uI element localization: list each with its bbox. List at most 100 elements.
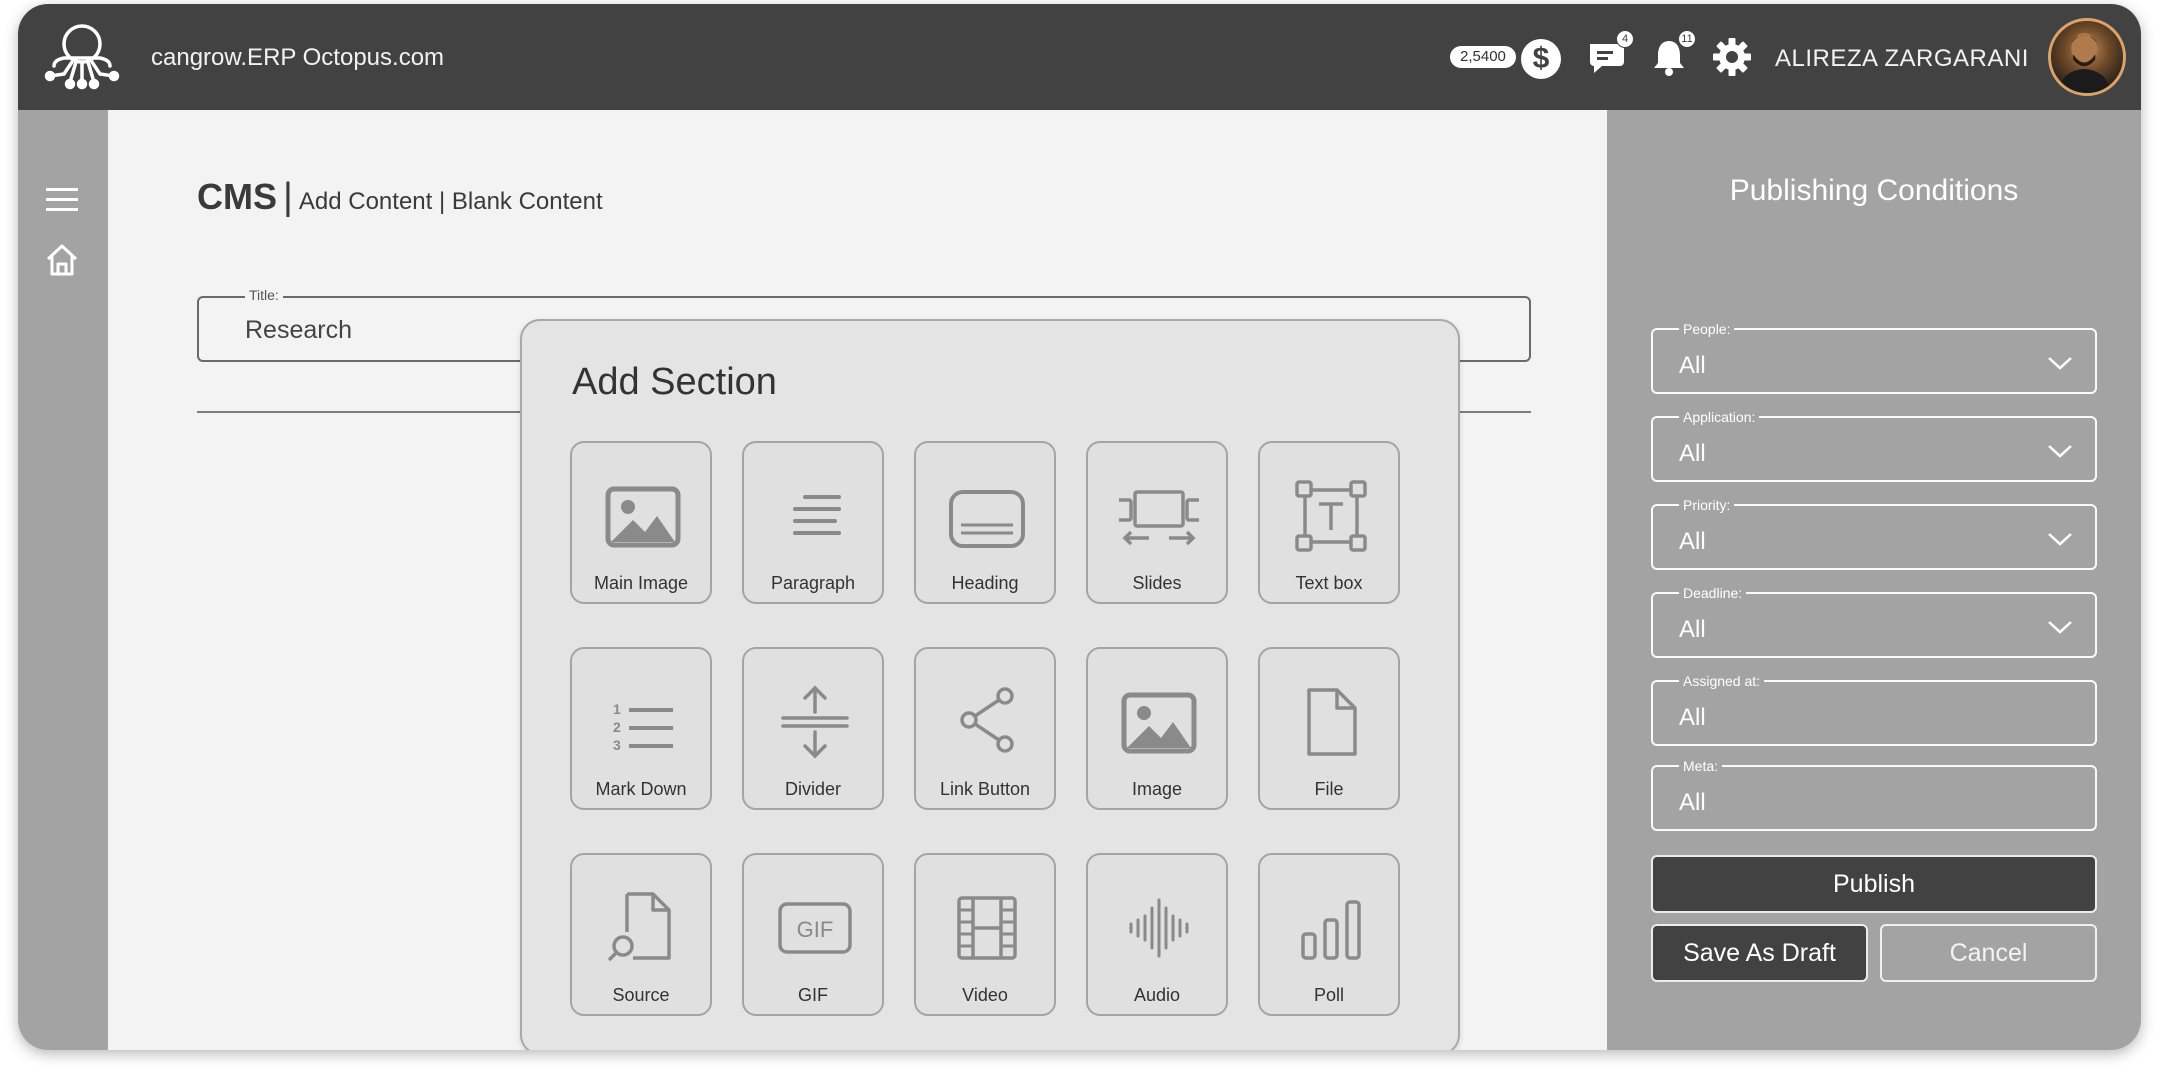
file-icon bbox=[1307, 688, 1357, 756]
tile-paragraph[interactable]: Paragraph bbox=[742, 441, 884, 604]
top-bar: cangrow.ERP Octopus.com 2,5400 $ 4 11 AL… bbox=[18, 4, 2141, 110]
tile-label: Poll bbox=[1313, 985, 1344, 1005]
paragraph-icon bbox=[793, 495, 841, 535]
heading-icon bbox=[949, 490, 1025, 548]
publishing-panel: Publishing Conditions People: All Applic… bbox=[1607, 110, 2141, 1050]
tile-label: Audio bbox=[1133, 985, 1181, 1005]
slides-icon bbox=[1119, 490, 1199, 546]
field-label: Application: bbox=[1679, 409, 1760, 425]
tile-text-box[interactable]: Text box bbox=[1258, 441, 1400, 604]
add-section-dialog: Add Section Main Image Paragraph Heading… bbox=[520, 319, 1460, 1050]
tile-label: Image bbox=[1131, 779, 1183, 799]
image-icon bbox=[605, 486, 681, 548]
chevron-down-icon bbox=[2048, 621, 2072, 634]
bar-chart-icon bbox=[1301, 900, 1361, 960]
tile-gif[interactable]: GIF GIF bbox=[742, 853, 884, 1016]
tile-label: Mark Down bbox=[595, 779, 687, 799]
dollar-icon[interactable]: $ bbox=[1521, 39, 1561, 79]
deadline-select[interactable]: Deadline: All bbox=[1651, 585, 2097, 658]
tile-file[interactable]: File bbox=[1258, 647, 1400, 810]
panel-title: Publishing Conditions bbox=[1729, 174, 2019, 207]
breadcrumb-separator: | bbox=[283, 176, 293, 218]
source-search-icon bbox=[607, 892, 671, 962]
tile-label: GIF bbox=[798, 985, 828, 1005]
title-field-value[interactable]: Research bbox=[245, 316, 352, 345]
field-label: Assigned at: bbox=[1679, 673, 1765, 689]
notifications-count-badge: 11 bbox=[1678, 30, 1696, 48]
tile-image[interactable]: Image bbox=[1086, 647, 1228, 810]
divider-icon bbox=[781, 685, 849, 759]
breadcrumb-path[interactable]: Add Content | Blank Content bbox=[299, 188, 603, 215]
tile-label: Heading bbox=[951, 573, 1019, 593]
application-select[interactable]: Application: All bbox=[1651, 409, 2097, 482]
field-value: All bbox=[1679, 352, 1706, 379]
octopus-logo-icon[interactable] bbox=[40, 16, 124, 100]
field-value: All bbox=[1679, 704, 1706, 731]
balance-badge: 2,5400 bbox=[1450, 46, 1516, 68]
gear-icon[interactable] bbox=[1711, 36, 1753, 78]
menu-icon[interactable] bbox=[44, 186, 80, 214]
avatar-portrait-icon bbox=[2058, 33, 2111, 93]
sidebar bbox=[18, 110, 108, 1050]
tile-label: Paragraph bbox=[770, 573, 856, 593]
assigned-at-field[interactable]: Assigned at: All bbox=[1651, 673, 2097, 746]
people-select[interactable]: People: All bbox=[1651, 321, 2097, 394]
breadcrumb: CMS | Add Content | Blank Content bbox=[197, 176, 603, 219]
svg-text:3: 3 bbox=[613, 737, 621, 753]
user-name[interactable]: ALIREZA ZARGARANI bbox=[1775, 45, 2029, 73]
tile-label: Main Image bbox=[593, 573, 689, 593]
tile-label: Source bbox=[612, 985, 670, 1005]
tile-label: Video bbox=[962, 985, 1008, 1005]
tile-source[interactable]: Source bbox=[570, 853, 712, 1016]
tile-link-button[interactable]: Link Button bbox=[914, 647, 1056, 810]
save-as-draft-button[interactable]: Save As Draft bbox=[1651, 924, 1868, 982]
tile-poll[interactable]: Poll bbox=[1258, 853, 1400, 1016]
field-label: People: bbox=[1679, 321, 1735, 337]
svg-text:GIF: GIF bbox=[797, 917, 834, 942]
tile-label: Link Button bbox=[939, 779, 1031, 799]
priority-select[interactable]: Priority: All bbox=[1651, 497, 2097, 570]
audio-wave-icon bbox=[1129, 898, 1189, 958]
gif-icon: GIF bbox=[778, 902, 852, 954]
messages-count-badge: 4 bbox=[1616, 30, 1634, 48]
breadcrumb-section[interactable]: CMS bbox=[197, 176, 277, 217]
share-icon bbox=[960, 687, 1014, 753]
tile-mark-down[interactable]: 1 2 3 Mark Down bbox=[570, 647, 712, 810]
field-value: All bbox=[1679, 616, 1706, 643]
chevron-down-icon bbox=[2048, 357, 2072, 370]
svg-text:2: 2 bbox=[613, 719, 621, 735]
text-box-icon bbox=[1295, 480, 1367, 552]
chevron-down-icon bbox=[2048, 445, 2072, 458]
cancel-button[interactable]: Cancel bbox=[1880, 924, 2097, 982]
tile-slides[interactable]: Slides bbox=[1086, 441, 1228, 604]
tile-label: Divider bbox=[784, 779, 841, 799]
tile-audio[interactable]: Audio bbox=[1086, 853, 1228, 1016]
tile-label: File bbox=[1314, 779, 1344, 799]
app-title: cangrow.ERP Octopus.com bbox=[151, 44, 445, 71]
field-value: All bbox=[1679, 440, 1706, 467]
notifications-button[interactable]: 11 bbox=[1648, 30, 1696, 78]
film-icon bbox=[957, 896, 1017, 960]
publish-button[interactable]: Publish bbox=[1651, 855, 2097, 913]
field-label: Deadline: bbox=[1679, 585, 1747, 601]
avatar[interactable] bbox=[2048, 18, 2126, 96]
field-label: Priority: bbox=[1679, 497, 1735, 513]
tile-main-image[interactable]: Main Image bbox=[570, 441, 712, 604]
app-window: cangrow.ERP Octopus.com 2,5400 $ 4 11 AL… bbox=[18, 4, 2141, 1050]
messages-button[interactable]: 4 bbox=[1586, 30, 1634, 78]
main-content: CMS | Add Content | Blank Content Title: R… bbox=[108, 110, 1607, 1050]
tile-video[interactable]: Video bbox=[914, 853, 1056, 1016]
tile-label: Slides bbox=[1132, 573, 1182, 593]
image-icon bbox=[1121, 692, 1197, 754]
meta-field[interactable]: Meta: All bbox=[1651, 758, 2097, 831]
title-field-label: Title: bbox=[245, 287, 283, 303]
tile-divider[interactable]: Divider bbox=[742, 647, 884, 810]
svg-text:1: 1 bbox=[613, 701, 621, 717]
field-value: All bbox=[1679, 528, 1706, 555]
home-icon[interactable] bbox=[44, 242, 80, 278]
chevron-down-icon bbox=[2048, 533, 2072, 546]
numbered-list-icon: 1 2 3 bbox=[613, 701, 673, 753]
tile-heading[interactable]: Heading bbox=[914, 441, 1056, 604]
tile-label: Text box bbox=[1295, 573, 1363, 593]
dialog-title: Add Section bbox=[572, 361, 777, 403]
